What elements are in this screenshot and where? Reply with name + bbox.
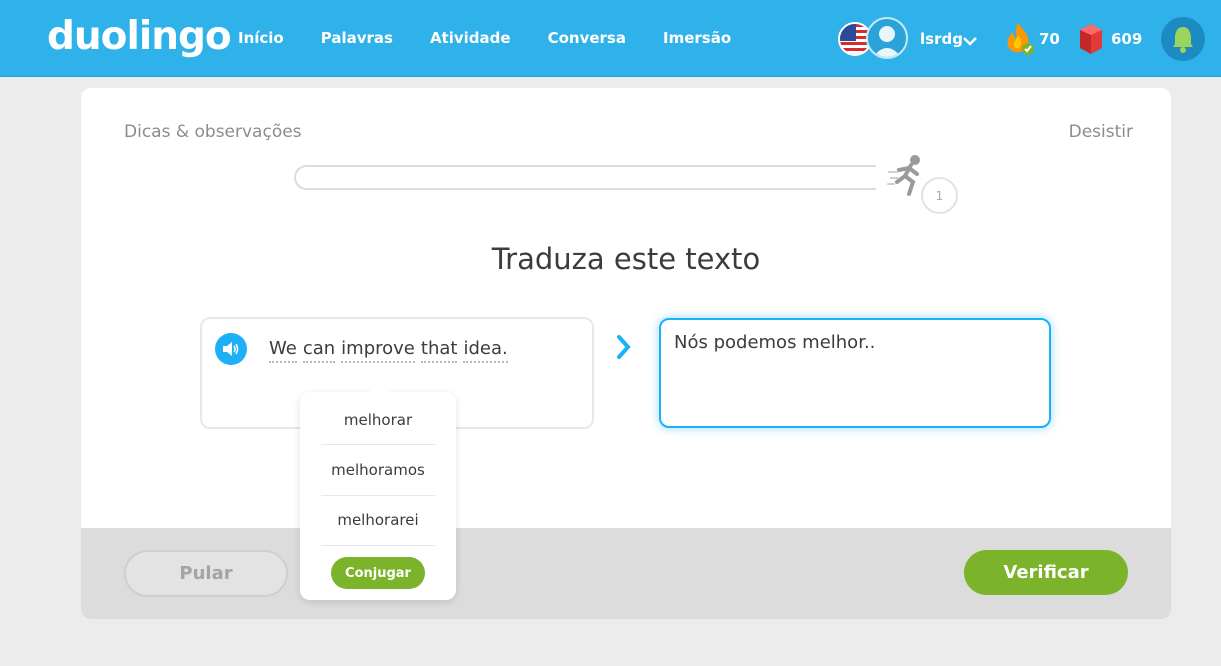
divider [321, 444, 435, 445]
chevron-down-icon[interactable] [962, 32, 978, 51]
hints-link[interactable]: Dicas & observações [124, 122, 302, 142]
answer-text[interactable]: Nós podemos melhor.. [674, 332, 875, 353]
divider [321, 495, 435, 496]
chevron-right-icon [616, 334, 632, 364]
skip-button[interactable]: Pular [124, 550, 288, 597]
nav-inicio[interactable]: Início [238, 29, 284, 47]
conjugate-button[interactable]: Conjugar [331, 557, 425, 589]
nav-imersao[interactable]: Imersão [663, 29, 731, 47]
word-hint-popup: melhorar melhoramos melhorarei Conjugar [300, 383, 456, 600]
word-token[interactable]: We [269, 338, 297, 363]
duolingo-logo[interactable]: duolingo [47, 14, 232, 59]
running-figure-icon [887, 154, 925, 202]
quit-link[interactable]: Desistir [1069, 122, 1133, 142]
progress-bar [294, 165, 876, 190]
gem-icon[interactable] [1079, 23, 1103, 59]
verify-button[interactable]: Verificar [964, 550, 1128, 595]
word-token[interactable]: improve [341, 338, 415, 363]
hint-option[interactable]: melhorarei [321, 511, 435, 529]
prompt-title: Traduza este texto [491, 242, 761, 276]
speaker-icon[interactable] [215, 333, 247, 365]
word-token[interactable]: that [420, 338, 458, 363]
source-sentence: We can improve that idea. [269, 338, 508, 363]
avatar[interactable] [866, 17, 908, 59]
main-nav: Início Palavras Atividade Conversa Imers… [238, 29, 731, 47]
streak-count: 70 [1039, 30, 1060, 48]
nav-palavras[interactable]: Palavras [321, 29, 393, 47]
level-indicator: 1 [921, 177, 958, 214]
username[interactable]: lsrdg [920, 30, 963, 48]
hint-option[interactable]: melhorar [321, 411, 435, 429]
gem-count: 609 [1111, 30, 1143, 48]
lesson-card: Dicas & observações Desistir 1 Traduza e… [81, 88, 1171, 619]
word-token[interactable]: can [302, 338, 336, 363]
word-token[interactable]: idea. [463, 338, 508, 363]
streak-flame-icon[interactable] [1004, 21, 1036, 61]
answer-textarea[interactable]: Nós podemos melhor.. [659, 318, 1051, 428]
top-nav-bar: duolingo Início Palavras Atividade Conve… [0, 0, 1221, 77]
hint-option[interactable]: melhoramos [321, 461, 435, 479]
divider [321, 545, 435, 546]
lesson-footer: Pular Verificar [81, 528, 1171, 619]
bell-icon[interactable] [1161, 17, 1205, 61]
nav-conversa[interactable]: Conversa [548, 29, 626, 47]
nav-atividade[interactable]: Atividade [430, 29, 511, 47]
